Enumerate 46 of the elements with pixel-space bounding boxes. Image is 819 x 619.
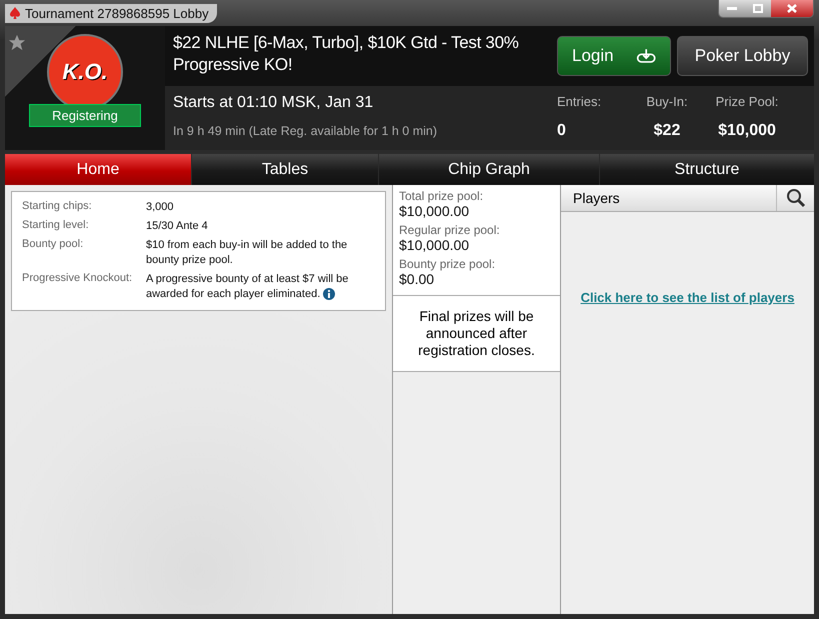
maximize-icon [753,4,763,13]
stat-value: 0 [557,122,566,140]
tab[interactable]: Tables [192,154,378,185]
poker-lobby-button[interactable]: Poker Lobby [677,36,808,76]
prize-value: $10,000.00 [399,237,470,253]
maximize-button[interactable] [745,0,771,17]
tab[interactable]: Chip Graph [379,154,599,185]
badge-text: K.O. [62,59,108,85]
close-button[interactable] [771,0,813,17]
countdown-text: In 9 h 49 min (Late Reg. available for 1 h 0 min) [173,124,438,138]
info-label: Starting level: [22,219,90,233]
tournament-title: $22 NLHE [6-Max, Turbo], $10K Gtd - Test 30% Progressive KO! [165,26,557,86]
stat-label: Entries: [557,94,602,109]
prize-label: Regular prize pool: [399,223,501,237]
info-label: Bounty pool: [22,238,84,252]
prize-value: $0.00 [399,271,436,287]
window-title: Tournament 2789868595 Lobby [25,6,209,20]
favorite-star-icon[interactable] [8,34,26,51]
stat-value: $10,000 [718,122,776,140]
info-value: 15/30 Ante 4 [146,219,209,234]
tab[interactable]: Structure [600,154,814,185]
login-button[interactable]: Login [557,36,671,76]
prize-label: Bounty prize pool: [399,257,496,271]
prize-label: Total prize pool: [399,189,484,203]
info-icon[interactable] [323,288,336,300]
close-icon [787,4,797,13]
stat-label: Prize Pool: [716,94,778,109]
minimize-button[interactable] [719,0,745,17]
players-header: Players [572,189,621,208]
stat-value: $22 [654,122,680,140]
info-value: $10 from each buy-in will be added to the bounty prize pool. [146,238,348,268]
start-time: Starts at 01:10 MSK, Jan 31 [173,94,374,112]
minimize-icon [727,6,737,10]
search-icon [786,188,806,208]
prize-value: $10,000.00 [399,203,470,219]
spade-logo-icon [9,6,21,20]
status-ribbon: Registering [29,104,141,127]
info-label: Progressive Knockout: [22,272,134,286]
players-link[interactable]: Click here to see the list of players [580,290,794,305]
info-value: A progressive bounty of at least $7 will be awarded for each player eliminated. [146,272,350,302]
tab[interactable]: Home [5,154,191,185]
info-label: Starting chips: [22,200,93,214]
info-value: 3,000 [146,200,175,215]
stat-label: Buy-In: [646,94,688,109]
login-icon [636,47,656,65]
prize-note: Final prizes will be announced after registration closes. [393,296,560,372]
